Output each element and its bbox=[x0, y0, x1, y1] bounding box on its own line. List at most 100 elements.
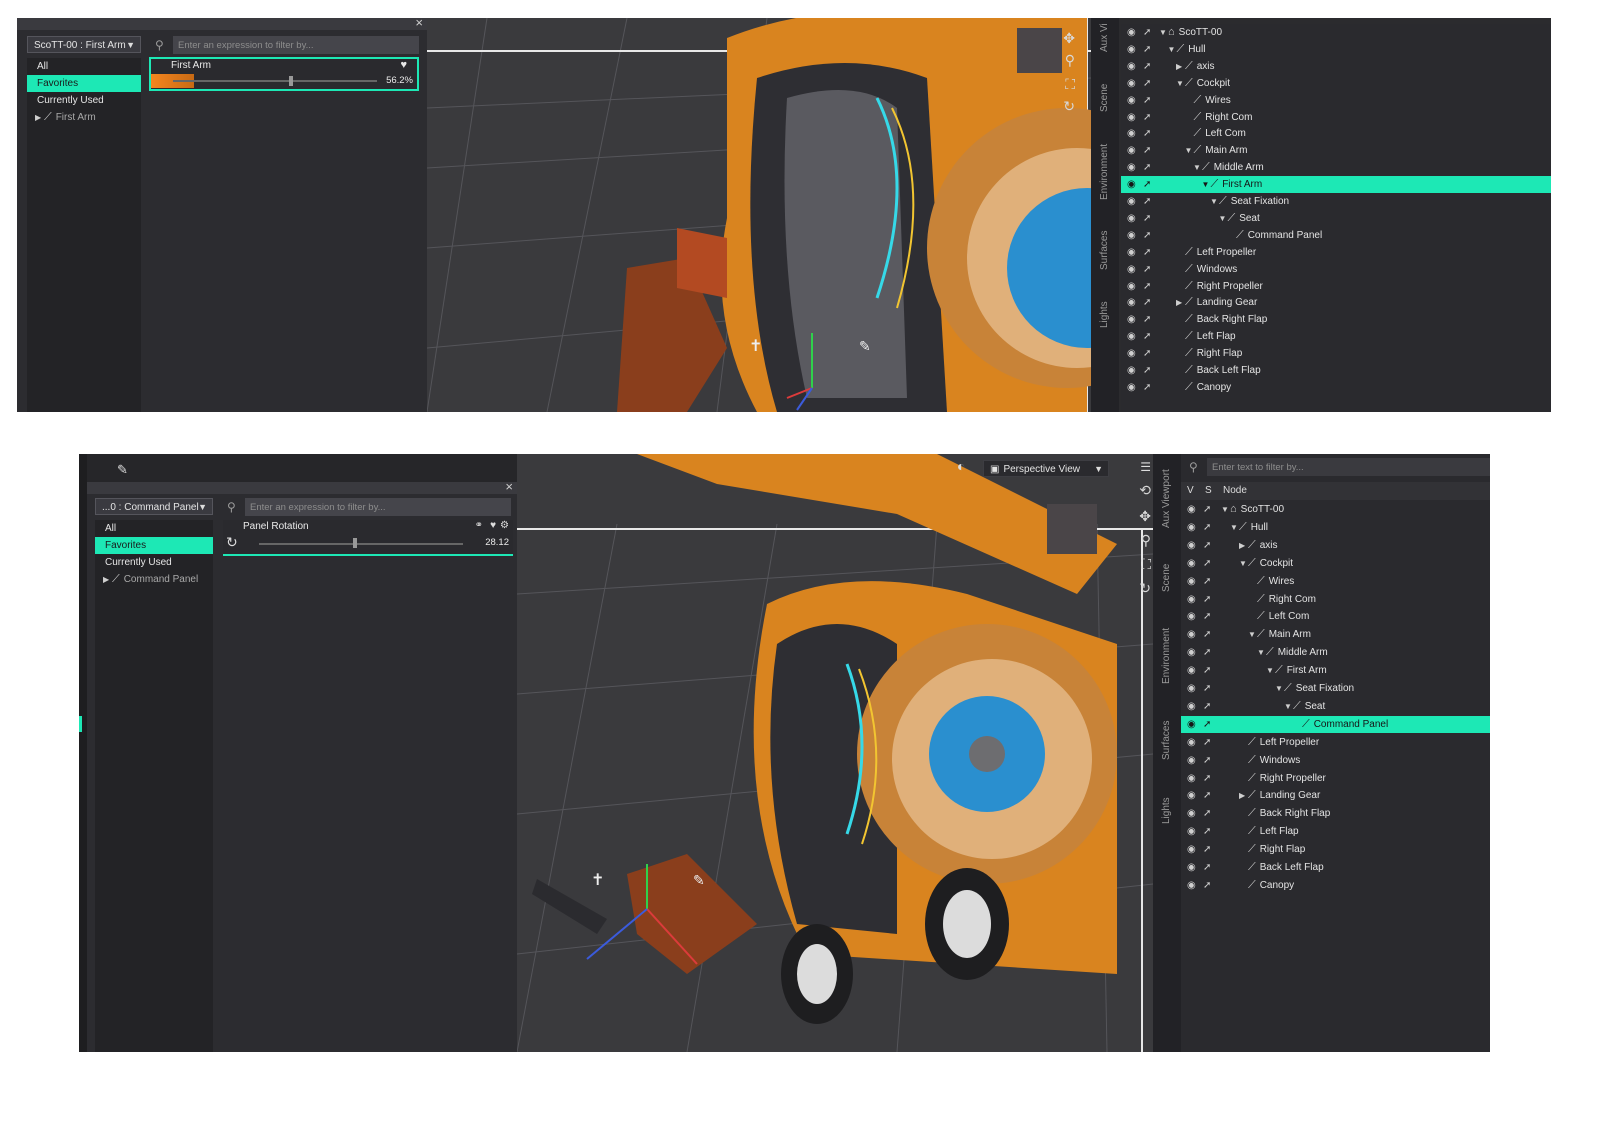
tree-row-main-arm[interactable]: ◉ ➚ ▼⟋ Main Arm bbox=[1181, 626, 1490, 643]
eye-icon[interactable]: ◉ bbox=[1127, 345, 1136, 362]
select-cursor-icon[interactable]: ➚ bbox=[1203, 537, 1211, 554]
select-cursor-icon[interactable]: ➚ bbox=[1203, 698, 1211, 715]
select-cursor-icon[interactable]: ➚ bbox=[1143, 41, 1151, 58]
eye-icon[interactable]: ◉ bbox=[1187, 859, 1196, 876]
eye-icon[interactable]: ◉ bbox=[1187, 823, 1196, 840]
eye-icon[interactable]: ◉ bbox=[1127, 109, 1136, 126]
top-filter-node-entry[interactable]: ▶ ⟋ First Arm bbox=[27, 109, 141, 126]
select-cursor-icon[interactable]: ➚ bbox=[1203, 823, 1211, 840]
select-cursor-icon[interactable]: ➚ bbox=[1203, 626, 1211, 643]
eye-icon[interactable]: ◉ bbox=[1187, 501, 1196, 518]
select-cursor-icon[interactable]: ➚ bbox=[1203, 716, 1211, 733]
pin-icon[interactable]: ✎ bbox=[859, 338, 871, 355]
select-cursor-icon[interactable]: ➚ bbox=[1203, 501, 1211, 518]
top-param-slider-handle[interactable] bbox=[289, 76, 293, 86]
tab-surfaces[interactable]: Surfaces bbox=[1099, 231, 1110, 270]
tree-row-left-flap[interactable]: ◉ ➚ ⟋ Left Flap bbox=[1121, 328, 1551, 345]
eye-icon[interactable]: ◉ bbox=[1127, 244, 1136, 261]
bottom-filter-currently-used[interactable]: Currently Used bbox=[95, 554, 213, 571]
tree-row-command-panel[interactable]: ◉ ➚ ⟋ Command Panel bbox=[1181, 715, 1490, 733]
tree-row-landing-gear[interactable]: ◉ ➚ ▶ ⟋ Landing Gear bbox=[1121, 294, 1551, 311]
tab-scene[interactable]: Scene bbox=[1099, 84, 1110, 112]
select-cursor-icon[interactable]: ➚ bbox=[1203, 752, 1211, 769]
top-param-slider[interactable]: 56.2% bbox=[151, 74, 417, 88]
select-cursor-icon[interactable]: ➚ bbox=[1143, 58, 1151, 75]
eye-icon[interactable]: ◉ bbox=[1187, 770, 1196, 787]
tree-row-landing-gear[interactable]: ◉ ➚ ▶ ⟋ Landing Gear bbox=[1181, 787, 1490, 804]
link-icon[interactable]: ⚭ bbox=[475, 520, 483, 531]
select-cursor-icon[interactable]: ➚ bbox=[1203, 608, 1211, 625]
tree-row-right-com[interactable]: ◉ ➚ ⟋ Right Com bbox=[1121, 109, 1551, 126]
expand-arrow-icon[interactable]: ▼ bbox=[1257, 644, 1266, 661]
eye-icon[interactable]: ◉ bbox=[1187, 573, 1196, 590]
expand-arrow-icon[interactable]: ▼ bbox=[1266, 662, 1275, 679]
tree-row-right-propeller[interactable]: ◉ ➚ ⟋ Right Propeller bbox=[1181, 770, 1490, 787]
eye-icon[interactable]: ◉ bbox=[1127, 379, 1136, 396]
tree-row-seat[interactable]: ◉ ➚ ▼⟋ Seat bbox=[1121, 210, 1551, 227]
select-cursor-icon[interactable]: ➚ bbox=[1203, 787, 1211, 804]
select-cursor-icon[interactable]: ➚ bbox=[1143, 24, 1151, 41]
expand-arrow-icon[interactable]: ▼ bbox=[1168, 41, 1177, 58]
tree-row-middle-arm[interactable]: ◉ ➚ ▼⟋ Middle Arm bbox=[1181, 644, 1490, 661]
select-cursor-icon[interactable]: ➚ bbox=[1203, 519, 1211, 536]
expand-arrow-icon[interactable]: ▶ bbox=[1239, 537, 1248, 554]
tree-row-right-com[interactable]: ◉ ➚ ⟋ Right Com bbox=[1181, 591, 1490, 608]
top-node-selector-dropdown[interactable]: ScoTT-00 : First Arm ▼ bbox=[27, 36, 141, 53]
tree-row-scott-00[interactable]: ◉ ➚ ▼⌂ ScoTT-00 bbox=[1181, 501, 1490, 518]
bottom-param-panel-rotation[interactable]: Panel Rotation ⚭ ♥ ⚙ ↻ 28.12 bbox=[223, 520, 513, 556]
select-cursor-icon[interactable]: ➚ bbox=[1143, 294, 1151, 311]
select-cursor-icon[interactable]: ➚ bbox=[1143, 193, 1151, 210]
eye-icon[interactable]: ◉ bbox=[1127, 58, 1136, 75]
tab-aux-viewport[interactable]: Aux Viewport bbox=[1161, 469, 1172, 528]
expand-arrow-icon[interactable]: ▶ bbox=[1176, 294, 1185, 311]
figure-icon[interactable]: ✝ bbox=[591, 870, 604, 890]
select-cursor-icon[interactable]: ➚ bbox=[1203, 573, 1211, 590]
tree-row-windows[interactable]: ◉ ➚ ⟋ Windows bbox=[1121, 261, 1551, 278]
eye-icon[interactable]: ◉ bbox=[1127, 159, 1136, 176]
tab-aux-viewport[interactable]: Aux Vi bbox=[1099, 23, 1110, 52]
eye-icon[interactable]: ◉ bbox=[1187, 734, 1196, 751]
select-cursor-icon[interactable]: ➚ bbox=[1143, 142, 1151, 159]
frame-icon[interactable]: ⛶ bbox=[1141, 556, 1151, 573]
tree-row-left-propeller[interactable]: ◉ ➚ ⟋ Left Propeller bbox=[1121, 244, 1551, 261]
top-param-search-input[interactable] bbox=[173, 36, 419, 54]
select-cursor-icon[interactable]: ➚ bbox=[1143, 92, 1151, 109]
select-cursor-icon[interactable]: ➚ bbox=[1143, 109, 1151, 126]
eye-icon[interactable]: ◉ bbox=[1187, 680, 1196, 697]
select-cursor-icon[interactable]: ➚ bbox=[1143, 278, 1151, 295]
close-icon[interactable]: × bbox=[505, 479, 513, 494]
tree-row-windows[interactable]: ◉ ➚ ⟋ Windows bbox=[1181, 752, 1490, 769]
tab-scene[interactable]: Scene bbox=[1161, 564, 1172, 592]
expand-arrow-icon[interactable]: ▼ bbox=[1221, 501, 1230, 518]
select-cursor-icon[interactable]: ➚ bbox=[1203, 644, 1211, 661]
tree-row-axis[interactable]: ◉ ➚ ▶ ⟋ axis bbox=[1181, 537, 1490, 554]
tree-row-cockpit[interactable]: ◉ ➚ ▼⟋ Cockpit bbox=[1121, 75, 1551, 92]
tree-row-left-flap[interactable]: ◉ ➚ ⟋ Left Flap bbox=[1181, 823, 1490, 840]
expand-arrow-icon[interactable]: ▼ bbox=[1202, 176, 1211, 193]
eye-icon[interactable]: ◉ bbox=[1187, 608, 1196, 625]
top-param-first-arm[interactable]: First Arm ♥ 56.2% bbox=[149, 57, 419, 91]
viewport-menu-icon[interactable]: ☰ bbox=[1140, 460, 1151, 474]
tree-row-wires[interactable]: ◉ ➚ ⟋ Wires bbox=[1181, 573, 1490, 590]
tree-row-canopy[interactable]: ◉ ➚ ⟋ Canopy bbox=[1181, 877, 1490, 894]
tab-lights[interactable]: Lights bbox=[1161, 797, 1172, 824]
expand-arrow-icon[interactable]: ▼ bbox=[1275, 680, 1284, 697]
eye-icon[interactable]: ◉ bbox=[1187, 662, 1196, 679]
select-cursor-icon[interactable]: ➚ bbox=[1143, 311, 1151, 328]
expand-arrow-icon[interactable]: ▼ bbox=[1210, 193, 1219, 210]
eye-icon[interactable]: ◉ bbox=[1187, 644, 1196, 661]
select-cursor-icon[interactable]: ➚ bbox=[1203, 734, 1211, 751]
select-cursor-icon[interactable]: ➚ bbox=[1203, 805, 1211, 822]
orbit-icon[interactable]: ↻ bbox=[1063, 98, 1075, 115]
select-cursor-icon[interactable]: ➚ bbox=[1203, 841, 1211, 858]
select-cursor-icon[interactable]: ➚ bbox=[1143, 75, 1151, 92]
top-filter-favorites[interactable]: Favorites bbox=[27, 75, 141, 92]
select-cursor-icon[interactable]: ➚ bbox=[1203, 662, 1211, 679]
zoom-icon[interactable]: ⚲ bbox=[1065, 52, 1075, 69]
tree-row-left-com[interactable]: ◉ ➚ ⟋ Left Com bbox=[1181, 608, 1490, 625]
select-cursor-icon[interactable]: ➚ bbox=[1143, 125, 1151, 142]
eye-icon[interactable]: ◉ bbox=[1127, 142, 1136, 159]
select-cursor-icon[interactable]: ➚ bbox=[1203, 680, 1211, 697]
eye-icon[interactable]: ◉ bbox=[1187, 537, 1196, 554]
select-cursor-icon[interactable]: ➚ bbox=[1203, 555, 1211, 572]
